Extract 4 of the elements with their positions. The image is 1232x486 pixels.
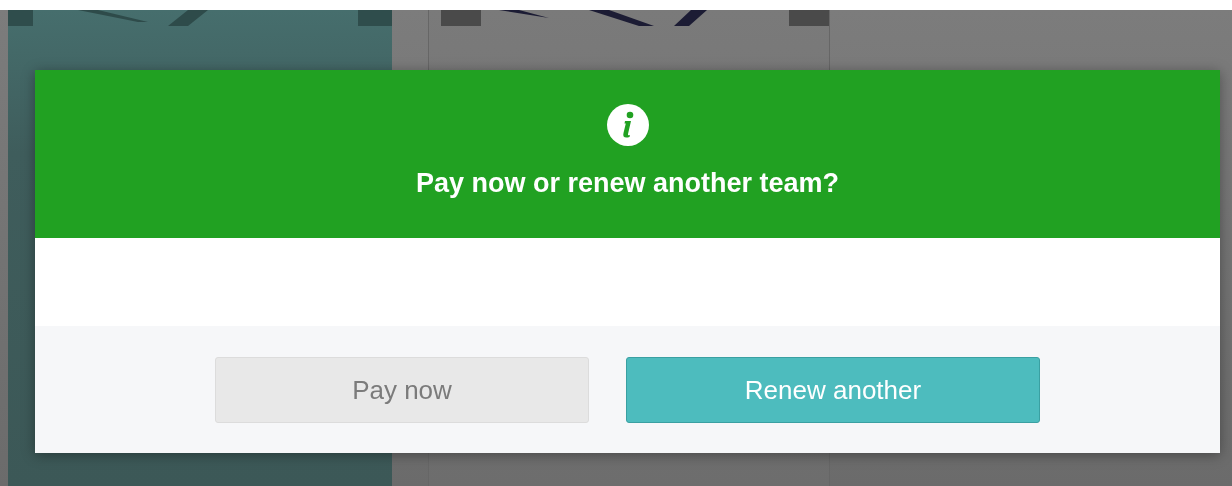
pay-button[interactable]: Pay now <box>215 357 589 423</box>
renew-button[interactable]: Renew another <box>626 357 1040 423</box>
dialog-title: Pay now or renew another team? <box>415 168 840 199</box>
info-icon <box>606 104 649 146</box>
